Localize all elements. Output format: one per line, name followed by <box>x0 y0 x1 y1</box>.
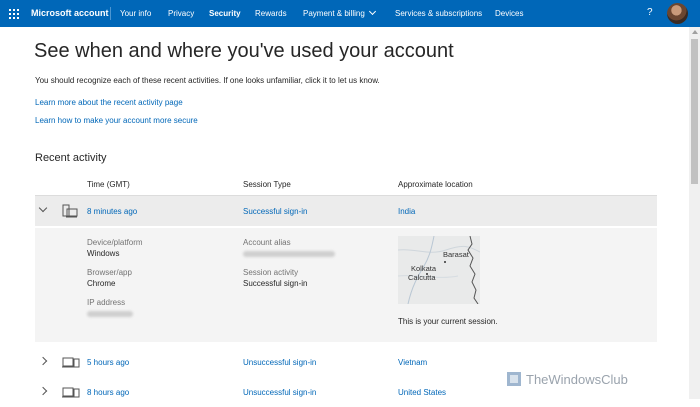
row-location[interactable]: United States <box>398 388 446 397</box>
row-session-type[interactable]: Successful sign-in <box>243 207 307 216</box>
help-icon[interactable]: ? <box>647 7 653 18</box>
device-platform-label: Device/platform <box>87 238 143 247</box>
nav-rewards[interactable]: Rewards <box>255 9 287 18</box>
brand-link[interactable]: Microsoft account <box>31 8 109 18</box>
nav-devices[interactable]: Devices <box>495 9 523 18</box>
learn-secure-account-link[interactable]: Learn how to make your account more secu… <box>35 116 198 125</box>
app-launcher-icon[interactable] <box>9 9 19 19</box>
ip-address-label: IP address <box>87 298 126 307</box>
nav-payment-billing-label: Payment & billing <box>303 9 365 18</box>
chevron-down-icon <box>368 7 376 16</box>
pc-device-icon <box>62 204 78 218</box>
device-platform-value: Windows <box>87 249 120 258</box>
scrollbar-thumb[interactable] <box>691 39 698 184</box>
session-activity-label: Session activity <box>243 268 299 277</box>
map-marker-barasat <box>444 261 446 263</box>
row-session-type[interactable]: Unsuccessful sign-in <box>243 358 316 367</box>
nav-privacy[interactable]: Privacy <box>168 9 194 18</box>
nav-security[interactable]: Security <box>209 9 241 18</box>
map-label-kolkata: Kolkata <box>411 264 437 273</box>
location-map: Barasat Kolkata Calcutta <box>398 236 480 304</box>
map-label-barasat: Barasat <box>443 250 469 259</box>
browser-app-label: Browser/app <box>87 268 132 277</box>
avatar[interactable] <box>667 3 688 24</box>
intro-text: You should recognize each of these recen… <box>35 76 380 85</box>
row-session-type[interactable]: Unsuccessful sign-in <box>243 388 316 397</box>
row-time[interactable]: 5 hours ago <box>87 358 129 367</box>
ip-address-redacted <box>87 311 133 317</box>
map-label-calcutta: Calcutta <box>408 273 436 282</box>
top-nav-bar: Microsoft account Your info Privacy Secu… <box>0 0 700 27</box>
watermark-text: TheWindowsClub <box>526 372 628 387</box>
vertical-scrollbar[interactable] <box>689 27 700 399</box>
row-time[interactable]: 8 minutes ago <box>87 207 137 216</box>
header-time: Time (GMT) <box>87 180 130 189</box>
table-row[interactable]: 8 minutes ago Successful sign-in India <box>35 196 657 226</box>
session-activity-value: Successful sign-in <box>243 279 308 288</box>
row-location[interactable]: India <box>398 207 415 216</box>
chevron-right-icon[interactable] <box>38 386 48 396</box>
nav-payment-billing[interactable]: Payment & billing <box>303 7 376 18</box>
header-session-type: Session Type <box>243 180 291 189</box>
learn-more-activity-link[interactable]: Learn more about the recent activity pag… <box>35 98 183 107</box>
activity-details-panel: Device/platform Windows Browser/app Chro… <box>35 228 657 342</box>
account-alias-redacted <box>243 251 335 257</box>
nav-your-info[interactable]: Your info <box>120 9 151 18</box>
recent-activity-heading: Recent activity <box>35 152 107 164</box>
page-title: See when and where you've used your acco… <box>34 40 454 62</box>
thewindowsclub-logo-icon <box>507 372 521 386</box>
browser-app-value: Chrome <box>87 279 116 288</box>
current-session-note: This is your current session. <box>398 317 498 326</box>
pc-device-icon <box>62 387 80 398</box>
nav-services-subscriptions[interactable]: Services & subscriptions <box>395 9 482 18</box>
account-alias-label: Account alias <box>243 238 291 247</box>
chevron-down-icon[interactable] <box>38 203 48 213</box>
nav-separator <box>110 7 111 20</box>
header-location: Approximate location <box>398 180 473 189</box>
row-location[interactable]: Vietnam <box>398 358 427 367</box>
chevron-right-icon[interactable] <box>38 356 48 366</box>
scroll-up-arrow-icon[interactable] <box>692 30 698 34</box>
table-header: Time (GMT) Session Type Approximate loca… <box>35 171 657 196</box>
row-time[interactable]: 8 hours ago <box>87 388 129 397</box>
pc-device-icon <box>62 357 80 368</box>
